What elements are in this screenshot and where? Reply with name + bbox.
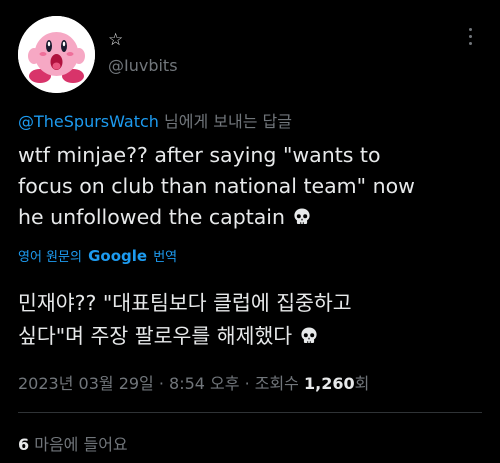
divider [18, 412, 482, 413]
view-count-suffix: 회 [354, 374, 370, 393]
likes-label: 마음에 들어요 [34, 435, 128, 454]
translation-prefix: 영어 원문의 [18, 250, 82, 265]
avatar[interactable] [18, 16, 95, 93]
likes-count: 6 [18, 435, 30, 454]
translation-attribution: 영어 원문의 Google 번역 [18, 246, 177, 265]
translated-text-line: 민재야?? "대표팀보다 클럽에 집중하고 [18, 291, 352, 315]
tweet-text-line: focus on club than national team" now [18, 174, 415, 198]
timestamp-link[interactable]: 2023년 03월 29일 · 8:54 오후 · 조회수 [18, 374, 299, 393]
tweet-text-line: he unfollowed the captain [18, 202, 486, 233]
translated-text: 민재야?? "대표팀보다 클럽에 집중하고 싶다"며 주장 팔로우를 해제했다 [18, 287, 488, 353]
skull-icon [301, 327, 317, 343]
tweet-text: wtf minjae?? after saying "wants to focu… [18, 140, 486, 233]
user-handle[interactable]: @Iuvbits [108, 56, 178, 75]
kirby-avatar-icon [18, 16, 95, 93]
google-brand[interactable]: Google [88, 247, 147, 265]
likes-stat[interactable]: 6 마음에 들어요 [18, 431, 128, 455]
translated-text-line: 싶다"며 주장 팔로우를 해제했다 [18, 320, 488, 353]
reply-mention-link[interactable]: @TheSpursWatch [18, 112, 159, 131]
tweet-meta: 2023년 03월 29일 · 8:54 오후 · 조회수 1,260회 [18, 370, 369, 394]
translation-suffix: 번역 [153, 250, 178, 265]
skull-icon [293, 208, 310, 224]
display-name[interactable]: ☆ [108, 30, 123, 50]
tweet-text-line: wtf minjae?? after saying "wants to [18, 143, 381, 167]
view-count: 1,260 [304, 374, 355, 393]
reply-context: @TheSpursWatch 님에게 보내는 답글 [18, 108, 292, 132]
more-options-icon[interactable] [462, 28, 478, 52]
tweet: ☆ @Iuvbits @TheSpursWatch 님에게 보내는 답글 wtf… [0, 0, 500, 463]
reply-suffix: 님에게 보내는 답글 [164, 112, 292, 131]
